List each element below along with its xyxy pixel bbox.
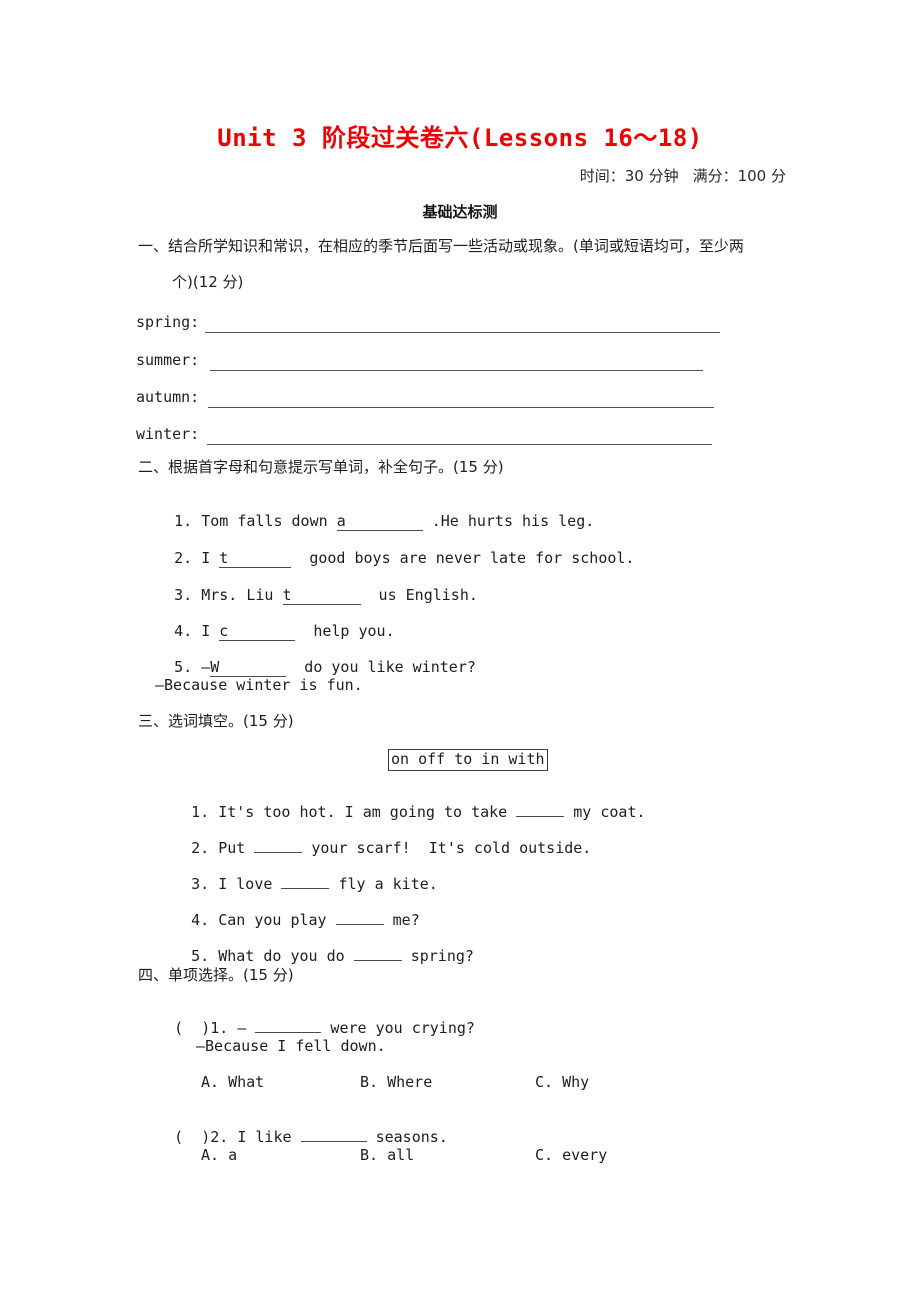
item-text-after: fly a kite. — [329, 875, 438, 893]
item-text-after: me? — [383, 911, 420, 929]
item-text-before: Tom falls down — [192, 512, 337, 530]
answer-rule-winter[interactable] — [207, 444, 712, 445]
item-text-after: were you crying? — [321, 1019, 475, 1037]
section3-heading: 三、选词填空。(15 分) — [138, 712, 294, 730]
fill-blank-2[interactable]: t — [219, 549, 292, 568]
item-text-after: us English. — [360, 586, 478, 604]
select-blank-2[interactable] — [254, 852, 303, 853]
item-text-after: my coat. — [564, 803, 646, 821]
exam-meta: 时间：30 分钟 满分：100 分 — [580, 165, 786, 186]
item-number: 1. — [210, 1019, 229, 1037]
mc-option-2b[interactable]: B. all — [360, 1146, 414, 1164]
section4-item-1-options: A. What B. Where C. Why — [138, 1073, 798, 1095]
item-text-before: It's too hot. I am going to take — [209, 803, 517, 821]
item-number: 1. — [191, 803, 210, 821]
exam-page: Unit 3 阶段过关卷六(Lessons 16～18) 时间：30 分钟 满分：… — [0, 0, 920, 1302]
mc-option-1a[interactable]: A. What — [201, 1073, 264, 1091]
page-title: Unit 3 阶段过关卷六(Lessons 16～18) — [217, 124, 703, 152]
section1-heading-line2: 个)(12 分) — [172, 273, 244, 291]
fill-blank-4[interactable]: c — [219, 622, 296, 641]
mc-option-2a[interactable]: A. a — [201, 1146, 237, 1164]
answer-rule-spring[interactable] — [205, 332, 720, 333]
select-blank-4[interactable] — [335, 924, 384, 925]
item-number: 5. — [191, 947, 210, 965]
section2-item-5-answer: —Because winter is fun. — [155, 676, 363, 694]
item-text-before: I love — [209, 875, 282, 893]
item-text-before: Mrs. Liu — [192, 586, 283, 604]
item-number: 1. — [174, 512, 193, 530]
answer-rule-autumn[interactable] — [208, 407, 714, 408]
item-text-before: What do you do — [209, 947, 354, 965]
exam-full-score: 满分：100 分 — [692, 167, 786, 185]
item-text-before: Can you play — [209, 911, 336, 929]
item-number: 3. — [191, 875, 210, 893]
season-label-autumn: autumn: — [136, 388, 200, 406]
item-text-before: — — [192, 658, 211, 676]
item-text-before: I — [192, 622, 220, 640]
item-text-before: I — [192, 549, 220, 567]
answer-rule-summer[interactable] — [210, 370, 703, 371]
item-number: 4. — [191, 911, 210, 929]
season-label-winter: winter: — [136, 425, 200, 443]
mc-option-1b[interactable]: B. Where — [360, 1073, 432, 1091]
section4-item-2-options: A. a B. all C. every — [138, 1146, 798, 1168]
mc-blank-1[interactable] — [255, 1032, 322, 1033]
mc-option-2c[interactable]: C. every — [535, 1146, 607, 1164]
fill-blank-5[interactable]: W — [210, 658, 287, 677]
season-label-spring: spring: — [136, 313, 200, 331]
item-number: 3. — [174, 586, 193, 604]
item-text-after: your scarf! It's cold outside. — [302, 839, 592, 857]
item-text-after: .He hurts his leg. — [422, 512, 595, 530]
section2-heading: 二、根据首字母和句意提示写单词，补全句子。(15 分) — [138, 458, 504, 476]
item-text-after: good boys are never late for school. — [291, 549, 635, 567]
select-blank-3[interactable] — [281, 888, 330, 889]
mc-blank-2[interactable] — [300, 1141, 367, 1142]
answer-bracket-2[interactable]: ( ) — [174, 1128, 210, 1146]
section1-heading: 一、结合所学知识和常识，在相应的季节后面写一些活动或现象。(单词或短语均可，至少… — [138, 228, 798, 300]
item-number: 4. — [174, 622, 193, 640]
item-text-before: I like — [228, 1128, 301, 1146]
fill-blank-3[interactable]: t — [282, 586, 361, 605]
fill-blank-1[interactable]: a — [336, 512, 423, 531]
section4-heading: 四、单项选择。(15 分) — [138, 966, 294, 984]
season-label-summer: summer: — [136, 351, 200, 369]
exam-time: 时间：30 分钟 — [579, 167, 679, 185]
section1-heading-line1: 一、结合所学知识和常识，在相应的季节后面写一些活动或现象。(单词或短语均可，至少… — [138, 237, 744, 255]
word-bank-box: on off to in with — [388, 749, 548, 771]
select-blank-1[interactable] — [516, 816, 565, 817]
item-text-before: — — [228, 1019, 256, 1037]
select-blank-5[interactable] — [353, 960, 402, 961]
item-text-after: help you. — [295, 622, 395, 640]
sub-heading: 基础达标测 — [422, 203, 498, 221]
item-number: 2. — [174, 549, 193, 567]
item-number: 5. — [174, 658, 193, 676]
item-text-after: spring? — [401, 947, 474, 965]
item-text-after: do you like winter? — [286, 658, 476, 676]
section4-item-1-answer: —Because I fell down. — [196, 1037, 386, 1055]
mc-option-1c[interactable]: C. Why — [535, 1073, 589, 1091]
item-number: 2. — [210, 1128, 229, 1146]
item-text-before: Put — [209, 839, 255, 857]
answer-bracket-1[interactable]: ( ) — [174, 1019, 210, 1037]
item-text-after: seasons. — [366, 1128, 448, 1146]
item-number: 2. — [191, 839, 210, 857]
